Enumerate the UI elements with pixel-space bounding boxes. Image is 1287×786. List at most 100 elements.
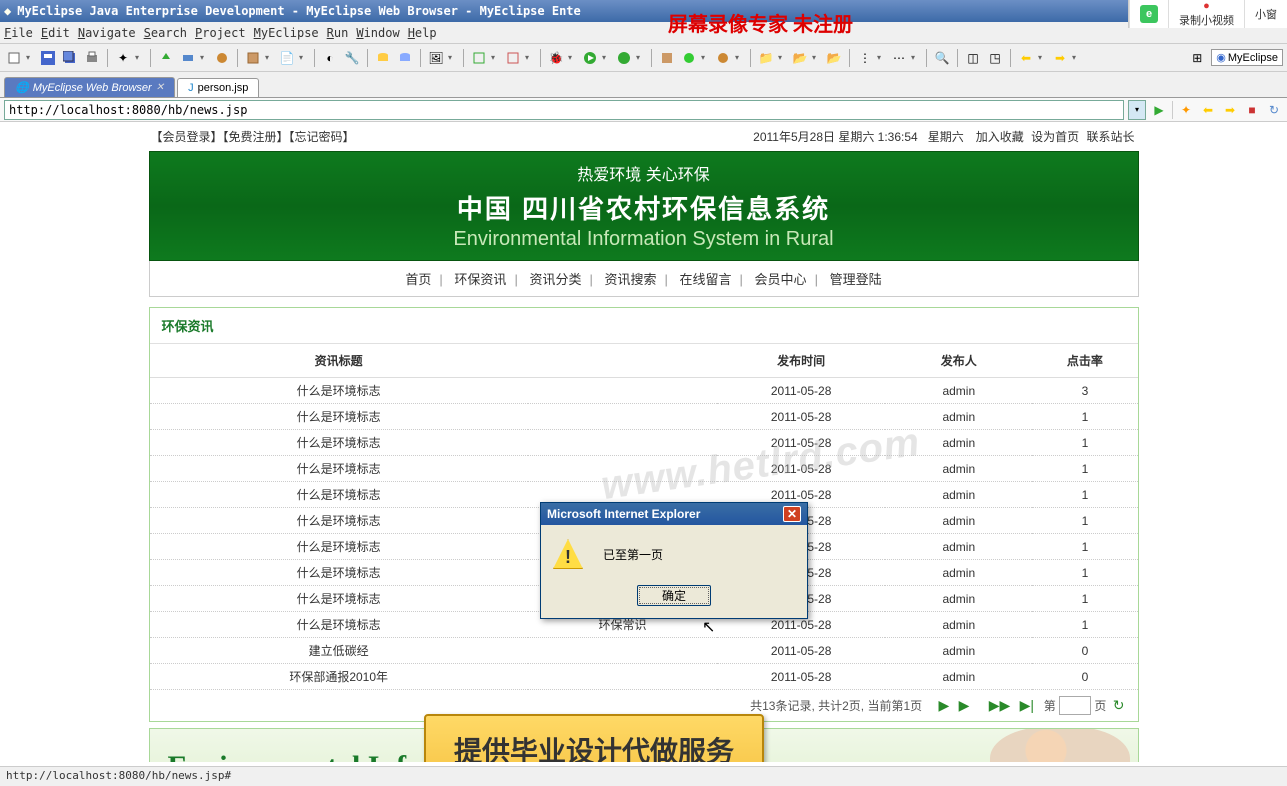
server-button[interactable] <box>178 48 198 68</box>
tool-button-1[interactable] <box>212 48 232 68</box>
menu-run[interactable]: Run <box>327 26 349 40</box>
news-link[interactable]: 什么是环境标志 <box>297 488 381 502</box>
news-link[interactable]: 什么是环境标志 <box>297 462 381 476</box>
folder-button[interactable]: 📁 <box>756 48 776 68</box>
page-last-icon[interactable]: ▶| <box>1020 697 1034 713</box>
row-date: 2011-05-28 <box>717 378 885 404</box>
contact-link[interactable]: 联系站长 <box>1086 130 1134 144</box>
new-button[interactable] <box>4 48 24 68</box>
search-button[interactable]: 🔍 <box>932 48 952 68</box>
warning-icon: ! <box>553 539 583 569</box>
top-left-links[interactable]: 【会员登录】【免费注册】【忘记密码】 <box>151 128 355 145</box>
recorder-logo-icon: e <box>1140 5 1158 23</box>
fwd-button[interactable]: ➡ <box>1050 48 1070 68</box>
back-button[interactable]: ⬅ <box>1016 48 1036 68</box>
menu-project[interactable]: Project <box>195 26 246 40</box>
browser-refresh-icon[interactable]: ↻ <box>1265 101 1283 119</box>
nav-admin[interactable]: 管理登陆 <box>830 272 882 287</box>
table-row: 建立低碳经2011-05-28admin0 <box>150 638 1138 664</box>
news-link[interactable]: 建立低碳经 <box>309 644 369 658</box>
page-next-icon[interactable]: ▶▶ <box>989 697 1011 713</box>
news-link[interactable]: 什么是环境标志 <box>297 410 381 424</box>
tool-button-2[interactable]: 📄 <box>277 48 297 68</box>
menu-search[interactable]: Search <box>144 26 187 40</box>
image-button[interactable]: 🖼 <box>426 48 446 68</box>
wizard-button[interactable]: ✦ <box>113 48 133 68</box>
dialog-ok-button[interactable]: 确定 <box>637 585 711 606</box>
menu-navigate[interactable]: Navigate <box>78 26 136 40</box>
row-hits: 0 <box>1032 664 1137 690</box>
menu-window[interactable]: Window <box>356 26 399 40</box>
browser-back-icon[interactable]: ⬅ <box>1199 101 1217 119</box>
folder-button-3[interactable]: 📂 <box>824 48 844 68</box>
tool-button-5[interactable] <box>469 48 489 68</box>
url-dropdown[interactable]: ▾ <box>1128 100 1146 120</box>
row-date: 2011-05-28 <box>717 456 885 482</box>
menu-edit[interactable]: Edit <box>41 26 70 40</box>
menu-file[interactable]: File <box>4 26 33 40</box>
favorite-link[interactable]: 加入收藏 <box>976 130 1024 144</box>
page-prev-icon[interactable]: ▶ <box>959 697 970 713</box>
go-button[interactable]: ▶ <box>1150 101 1168 119</box>
nav-home[interactable]: 首页 <box>405 272 431 287</box>
format-button[interactable]: ⋮ <box>855 48 875 68</box>
run-button[interactable] <box>580 48 600 68</box>
nav-search[interactable]: 资讯搜索 <box>604 272 656 287</box>
db-button[interactable] <box>373 48 393 68</box>
news-link[interactable]: 什么是环境标志 <box>297 384 381 398</box>
new-type-button[interactable] <box>713 48 733 68</box>
row-date: 2011-05-28 <box>717 404 885 430</box>
close-icon[interactable]: ✕ <box>156 82 164 93</box>
homepage-link[interactable]: 设为首页 <box>1031 130 1079 144</box>
format-button-2[interactable]: ⋯ <box>889 48 909 68</box>
deploy-button[interactable] <box>156 48 176 68</box>
print-button[interactable] <box>82 48 102 68</box>
news-link[interactable]: 什么是环境标志 <box>297 592 381 606</box>
tab-browser[interactable]: 🌐 MyEclipse Web Browser ✕ <box>4 77 175 97</box>
tool-button-4[interactable]: 🔧 <box>342 48 362 68</box>
news-link[interactable]: 什么是环境标志 <box>297 618 381 632</box>
browser-home-icon[interactable]: ✦ <box>1177 101 1195 119</box>
record-button[interactable]: ●录制小视频 <box>1168 0 1244 28</box>
news-link[interactable]: 环保部通报2010年 <box>289 670 388 684</box>
nav-button-1[interactable]: ◫ <box>963 48 983 68</box>
db-button-2[interactable] <box>395 48 415 68</box>
save-all-button[interactable] <box>60 48 80 68</box>
folder-button-2[interactable]: 📂 <box>790 48 810 68</box>
browser-stop-icon[interactable]: ■ <box>1243 101 1261 119</box>
dialog-title-bar[interactable]: Microsoft Internet Explorer ✕ <box>541 503 807 525</box>
tool-button-3[interactable]: ◐ <box>320 48 340 68</box>
page-first-icon[interactable]: ▶ <box>938 697 949 713</box>
nav-category[interactable]: 资讯分类 <box>529 272 581 287</box>
news-link[interactable]: 什么是环境标志 <box>297 514 381 528</box>
mini-button[interactable]: 小窗 <box>1244 0 1287 28</box>
url-input[interactable] <box>4 100 1124 120</box>
dialog-close-icon[interactable]: ✕ <box>783 506 801 522</box>
debug-button[interactable]: 🐞 <box>546 48 566 68</box>
new-pkg-button[interactable] <box>657 48 677 68</box>
new-class-button[interactable] <box>679 48 699 68</box>
news-link[interactable]: 什么是环境标志 <box>297 540 381 554</box>
tool-button-6[interactable] <box>503 48 523 68</box>
row-author: admin <box>885 664 1032 690</box>
page-go-icon[interactable]: ↻ <box>1113 697 1125 713</box>
menu-myeclipse[interactable]: MyEclipse <box>254 26 319 40</box>
package-button[interactable] <box>243 48 263 68</box>
news-link[interactable]: 什么是环境标志 <box>297 566 381 580</box>
browser-fwd-icon[interactable]: ➡ <box>1221 101 1239 119</box>
nav-member[interactable]: 会员中心 <box>755 272 807 287</box>
tab-person-jsp[interactable]: J person.jsp <box>177 78 259 97</box>
news-link[interactable]: 什么是环境标志 <box>297 436 381 450</box>
nav-news[interactable]: 环保资讯 <box>454 272 506 287</box>
nav-button-2[interactable]: ◳ <box>985 48 1005 68</box>
perspective-btn[interactable]: ⊞ <box>1187 48 1207 68</box>
row-hits: 0 <box>1032 638 1137 664</box>
perspective-myeclipse[interactable]: ◉MyEclipse <box>1211 49 1283 66</box>
save-button[interactable] <box>38 48 58 68</box>
browser-address-bar: ▾ ▶ ✦ ⬅ ➡ ■ ↻ <box>0 98 1287 122</box>
menu-help[interactable]: Help <box>408 26 437 40</box>
row-hits: 1 <box>1032 482 1137 508</box>
run-ext-button[interactable] <box>614 48 634 68</box>
page-input[interactable] <box>1059 696 1091 715</box>
nav-guestbook[interactable]: 在线留言 <box>680 272 732 287</box>
